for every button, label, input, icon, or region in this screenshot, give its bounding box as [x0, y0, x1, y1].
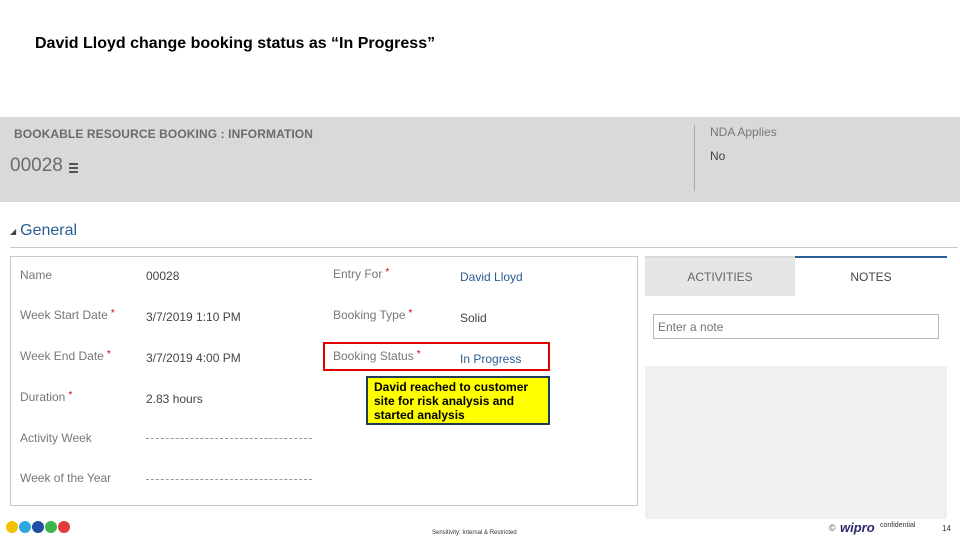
field-label-week-of-the-year: Week of the Year	[20, 471, 112, 485]
required-marker: *	[68, 390, 73, 401]
required-marker: *	[408, 308, 413, 319]
required-marker: *	[110, 308, 115, 319]
notes-area	[645, 296, 947, 366]
field-label-booking-type: Booking Type *	[333, 308, 413, 322]
footer-dot	[32, 521, 44, 533]
field-label-duration: Duration *	[20, 390, 73, 404]
footer-dot	[6, 521, 18, 533]
field-value-week-of-the-year[interactable]	[146, 479, 312, 480]
field-label-entry-for: Entry For *	[333, 267, 390, 281]
annotation-callout: David reached to customer site for risk …	[366, 376, 550, 425]
field-label-week-start-date: Week Start Date *	[20, 308, 115, 322]
footer-copyright: ©	[829, 523, 836, 533]
footer-classification: Sensitivity: Internal & Restricted	[432, 530, 517, 536]
record-menu-icon[interactable]	[68, 162, 78, 173]
record-header: BOOKABLE RESOURCE BOOKING : INFORMATION …	[0, 117, 960, 202]
record-title: 00028	[10, 155, 78, 177]
tab-activities[interactable]: ACTIVITIES	[645, 256, 795, 296]
collapse-arrow-icon: ◢	[10, 226, 17, 236]
footer-dots	[6, 521, 70, 533]
nda-value[interactable]: No	[710, 149, 725, 163]
field-value-booking-type[interactable]: Solid	[460, 311, 487, 325]
footer-dot	[45, 521, 57, 533]
field-value-entry-for[interactable]: David Lloyd	[460, 270, 523, 284]
social-pane: ACTIVITIES NOTES	[645, 256, 947, 519]
field-value-week-end-date[interactable]: 3/7/2019 4:00 PM	[146, 351, 241, 365]
field-value-week-start-date[interactable]: 3/7/2019 1:10 PM	[146, 310, 241, 324]
field-value-duration[interactable]: 2.83 hours	[146, 392, 203, 406]
field-value-activity-week[interactable]	[146, 438, 312, 439]
header-divider	[694, 125, 695, 191]
required-marker: *	[106, 349, 111, 360]
booking-status-highlight	[323, 342, 550, 371]
field-label-week-end-date: Week End Date *	[20, 349, 111, 363]
section-title: General	[20, 222, 78, 239]
footer-logo: wipro	[840, 520, 875, 535]
entity-label: BOOKABLE RESOURCE BOOKING : INFORMATION	[14, 127, 314, 141]
footer-dot	[19, 521, 31, 533]
tab-notes[interactable]: NOTES	[795, 256, 947, 296]
footer-dot	[58, 521, 70, 533]
footer-confidential: confidential	[880, 522, 916, 529]
page-number: 14	[942, 524, 951, 533]
slide-title: David Lloyd change booking status as “In…	[35, 35, 436, 52]
record-id: 00028	[10, 155, 63, 176]
section-general-toggle[interactable]: ◢ General	[10, 222, 77, 240]
nda-label: NDA Applies	[710, 125, 777, 139]
field-label-name: Name	[20, 268, 53, 282]
note-input[interactable]	[653, 314, 939, 339]
section-divider	[10, 247, 958, 248]
required-marker: *	[385, 267, 390, 278]
field-value-name[interactable]: 00028	[146, 269, 179, 283]
field-label-activity-week: Activity Week	[20, 431, 92, 445]
